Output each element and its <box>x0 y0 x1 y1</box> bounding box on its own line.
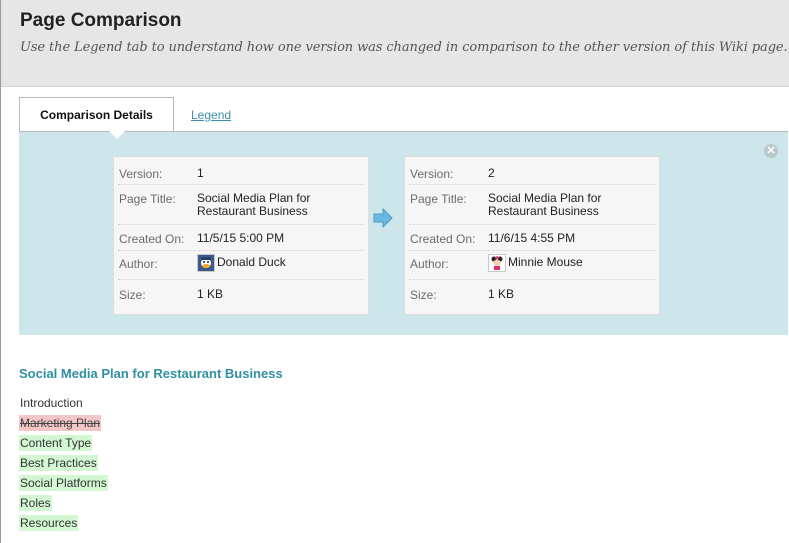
page-subtitle: Use the Legend tab to understand how one… <box>20 40 788 55</box>
tab-legend[interactable]: Legend <box>191 108 231 122</box>
author-value: Minnie Mouse <box>488 254 583 272</box>
close-icon[interactable]: ✕ <box>764 144 778 158</box>
created-on-value: 11/5/15 5:00 PM <box>197 231 285 245</box>
document-title: Social Media Plan for Restaurant Busines… <box>19 366 283 381</box>
version-label: Version: <box>119 167 163 181</box>
page-title-label: Page Title: <box>410 192 467 206</box>
version-value: 2 <box>488 166 495 180</box>
page-title-value: Social Media Plan for Restaurant Busines… <box>488 191 602 218</box>
author-value: Donald Duck <box>197 254 286 272</box>
item-text: Content Type <box>19 435 93 451</box>
list-item-added: Best Practices <box>19 455 108 471</box>
size-value: 1 KB <box>197 287 224 301</box>
donald-duck-avatar-icon <box>197 254 215 272</box>
page-header: Page Comparison Use the Legend tab to un… <box>1 0 789 87</box>
page-title: Page Comparison <box>20 10 182 31</box>
author-label: Author: <box>119 257 158 271</box>
item-text: Roles <box>19 495 52 511</box>
created-on-label: Created On: <box>410 232 476 246</box>
size-label: Size: <box>119 288 146 302</box>
row-divider <box>409 250 655 251</box>
list-item-added: Resources <box>19 515 108 531</box>
list-item-deleted: Marketing Plan <box>19 415 108 431</box>
item-text: Resources <box>19 515 79 531</box>
size-value: 1 KB <box>488 287 515 301</box>
tab-caret <box>109 131 125 139</box>
list-item-added: Roles <box>19 495 108 511</box>
row-divider <box>409 224 655 225</box>
author-name: Donald Duck <box>217 255 286 270</box>
item-text: Introduction <box>20 396 83 410</box>
size-label: Size: <box>410 288 437 302</box>
change-list: Introduction Marketing Plan Content Type… <box>19 396 108 536</box>
author-name: Minnie Mouse <box>508 255 583 270</box>
page-title-value: Social Media Plan for Restaurant Busines… <box>197 191 311 218</box>
row-divider <box>118 279 364 280</box>
item-text: Social Platforms <box>19 475 108 491</box>
minnie-mouse-avatar-icon <box>488 254 506 272</box>
item-text: Marketing Plan <box>19 415 102 431</box>
created-on-value: 11/6/15 4:55 PM <box>488 231 576 245</box>
version-value: 1 <box>197 166 204 180</box>
author-label: Author: <box>410 257 449 271</box>
tab-comparison-details[interactable]: Comparison Details <box>19 97 174 131</box>
version-card-right: Version: 2 Page Title: Social Media Plan… <box>404 156 660 315</box>
row-divider <box>118 224 364 225</box>
item-text: Best Practices <box>19 455 98 471</box>
version-label: Version: <box>410 167 454 181</box>
page-title-label: Page Title: <box>119 192 176 206</box>
row-divider <box>118 184 364 185</box>
list-item-added: Content Type <box>19 435 108 451</box>
row-divider <box>409 184 655 185</box>
version-card-left: Version: 1 Page Title: Social Media Plan… <box>113 156 369 315</box>
row-divider <box>118 250 364 251</box>
row-divider <box>409 279 655 280</box>
right-arrow-icon <box>373 207 393 229</box>
list-item-unchanged: Introduction <box>19 396 108 411</box>
list-item-added: Social Platforms <box>19 475 108 491</box>
created-on-label: Created On: <box>119 232 185 246</box>
